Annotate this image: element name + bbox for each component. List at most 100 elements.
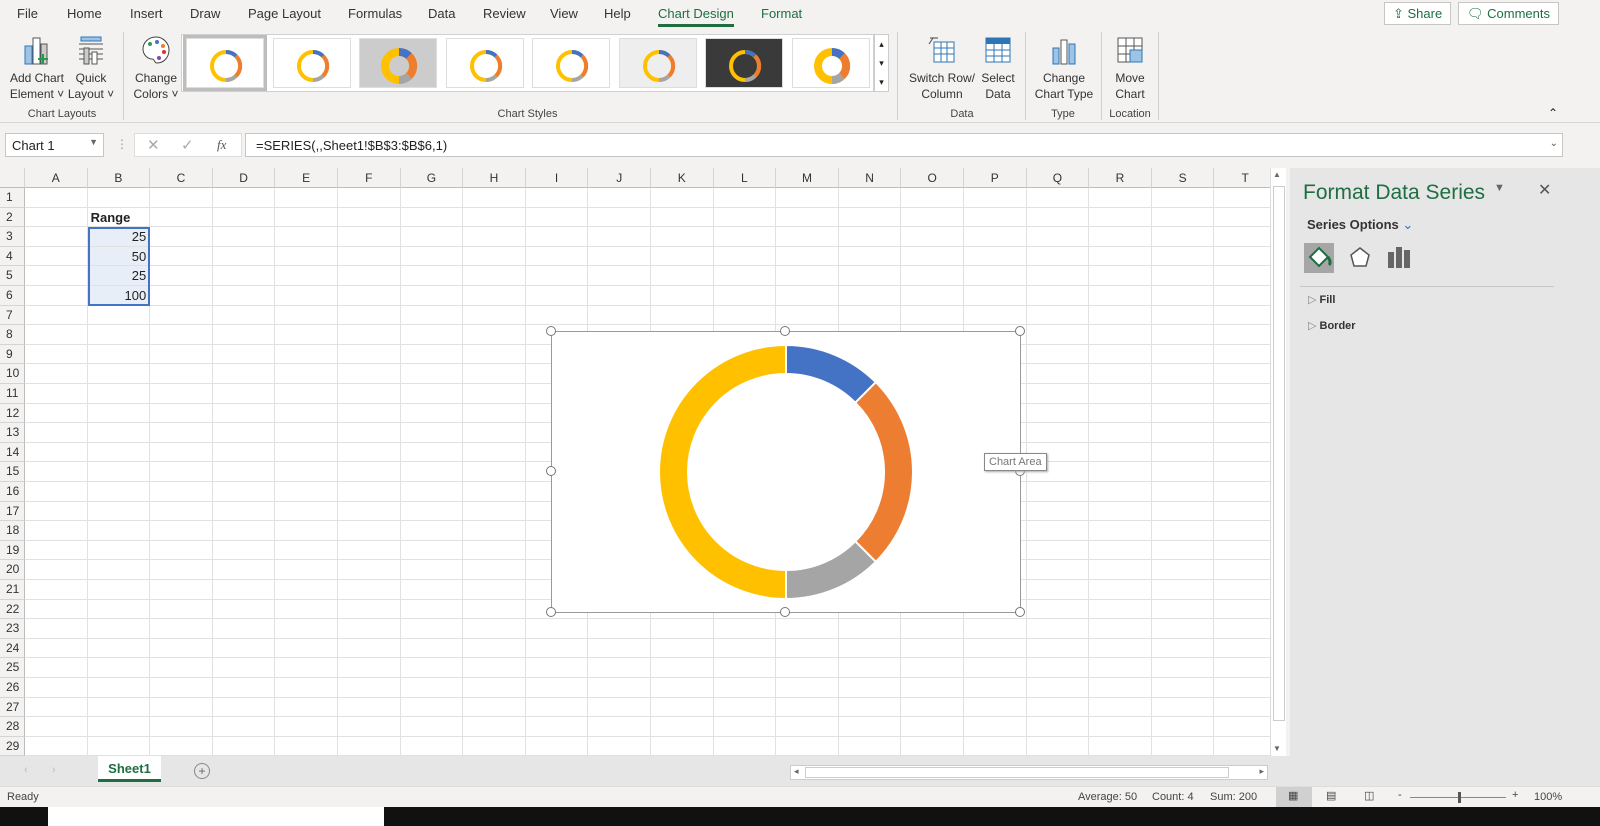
cell-T29[interactable] bbox=[1214, 737, 1270, 756]
cell-C22[interactable] bbox=[150, 599, 213, 620]
cell-C23[interactable] bbox=[150, 619, 213, 639]
cell-T3[interactable] bbox=[1214, 227, 1270, 247]
cell-D12[interactable] bbox=[212, 403, 276, 424]
cell-H22[interactable] bbox=[463, 599, 526, 620]
cell-G21[interactable] bbox=[400, 580, 464, 600]
cell-M24[interactable] bbox=[776, 638, 839, 659]
cell-J1[interactable] bbox=[588, 188, 651, 208]
row-header[interactable]: 16 bbox=[0, 482, 25, 502]
row-header[interactable]: 10 bbox=[0, 364, 25, 384]
column-header[interactable]: H bbox=[463, 168, 526, 188]
cell-H13[interactable] bbox=[463, 423, 526, 443]
donut-slice-2[interactable] bbox=[853, 380, 915, 564]
cell-R12[interactable] bbox=[1089, 403, 1152, 424]
cell-Q23[interactable] bbox=[1026, 619, 1090, 639]
cell-S16[interactable] bbox=[1151, 482, 1215, 502]
series-options-icon[interactable] bbox=[1386, 244, 1412, 273]
cell-R22[interactable] bbox=[1089, 599, 1152, 620]
cell-T18[interactable] bbox=[1214, 521, 1270, 541]
cell-H15[interactable] bbox=[463, 462, 526, 482]
cell-A23[interactable] bbox=[25, 619, 88, 639]
cell-B19[interactable] bbox=[87, 540, 151, 561]
cell-E21[interactable] bbox=[275, 580, 338, 600]
cell-C13[interactable] bbox=[150, 423, 213, 443]
column-header[interactable]: J bbox=[588, 168, 651, 188]
cell-T16[interactable] bbox=[1214, 482, 1270, 502]
cell-S13[interactable] bbox=[1151, 423, 1215, 443]
cell-S5[interactable] bbox=[1151, 266, 1215, 286]
cell-I27[interactable] bbox=[525, 697, 589, 718]
insert-function-icon[interactable]: fx bbox=[217, 137, 226, 153]
cell-T9[interactable] bbox=[1214, 345, 1270, 365]
cell-S2[interactable] bbox=[1151, 207, 1215, 228]
row-header[interactable]: 1 bbox=[0, 188, 25, 208]
cell-H24[interactable] bbox=[463, 638, 526, 659]
column-header[interactable]: G bbox=[400, 168, 464, 188]
cell-T28[interactable] bbox=[1214, 717, 1270, 737]
cell-G16[interactable] bbox=[400, 482, 464, 502]
cell-D28[interactable] bbox=[212, 717, 276, 737]
cell-G3[interactable] bbox=[400, 227, 464, 247]
cell-F27[interactable] bbox=[338, 697, 401, 718]
cell-Q16[interactable] bbox=[1026, 482, 1090, 502]
cell-B10[interactable] bbox=[87, 364, 151, 384]
cell-C15[interactable] bbox=[150, 462, 213, 482]
zoom-out-button[interactable]: - bbox=[1398, 789, 1402, 801]
cell-Q3[interactable] bbox=[1026, 227, 1090, 247]
cell-F7[interactable] bbox=[338, 305, 401, 326]
cell-R9[interactable] bbox=[1089, 344, 1152, 365]
resize-handle[interactable] bbox=[780, 607, 790, 617]
cell-E5[interactable] bbox=[275, 266, 338, 286]
cell-K2[interactable] bbox=[651, 207, 714, 228]
cell-E24[interactable] bbox=[275, 638, 338, 659]
cell-T4[interactable] bbox=[1214, 247, 1270, 267]
cell-L24[interactable] bbox=[713, 638, 777, 659]
cell-Q17[interactable] bbox=[1026, 501, 1090, 522]
cell-P1[interactable] bbox=[964, 188, 1027, 208]
cell-A9[interactable] bbox=[25, 344, 88, 365]
cell-D4[interactable] bbox=[212, 246, 276, 267]
row-header[interactable]: 13 bbox=[0, 423, 25, 443]
cell-F1[interactable] bbox=[338, 188, 401, 208]
cell-K26[interactable] bbox=[651, 678, 714, 698]
cell-T23[interactable] bbox=[1214, 619, 1270, 639]
cell-E13[interactable] bbox=[275, 423, 338, 443]
section-border[interactable]: ▷ Border bbox=[1308, 319, 1356, 332]
cell-P26[interactable] bbox=[964, 678, 1027, 698]
cell-R17[interactable] bbox=[1089, 501, 1152, 522]
cell-T27[interactable] bbox=[1214, 698, 1270, 718]
cell-S3[interactable] bbox=[1151, 227, 1215, 247]
scroll-thumb[interactable] bbox=[1273, 186, 1285, 721]
cell-N29[interactable] bbox=[838, 736, 902, 756]
cell-N4[interactable] bbox=[838, 246, 902, 267]
cell-C17[interactable] bbox=[150, 501, 213, 522]
cell-Q18[interactable] bbox=[1026, 521, 1090, 541]
cell-I2[interactable] bbox=[525, 207, 589, 228]
cell-F18[interactable] bbox=[338, 521, 401, 541]
cell-T14[interactable] bbox=[1214, 443, 1270, 463]
chart-style-thumb[interactable] bbox=[705, 38, 783, 88]
cell-S25[interactable] bbox=[1151, 658, 1215, 678]
cell-D24[interactable] bbox=[212, 638, 276, 659]
row-header[interactable]: 3 bbox=[0, 227, 25, 247]
cell-G12[interactable] bbox=[400, 403, 464, 424]
column-header[interactable]: N bbox=[838, 168, 902, 188]
cell-A27[interactable] bbox=[25, 697, 88, 718]
cell-H12[interactable] bbox=[463, 403, 526, 424]
next-sheet-icon[interactable]: › bbox=[52, 764, 56, 776]
cell-S15[interactable] bbox=[1151, 462, 1215, 482]
collapse-ribbon-icon[interactable]: ⌃ bbox=[1548, 106, 1558, 120]
cell-L28[interactable] bbox=[713, 717, 777, 737]
tab-format[interactable]: Format bbox=[761, 6, 802, 21]
cell-F13[interactable] bbox=[338, 423, 401, 443]
cell-E9[interactable] bbox=[275, 344, 338, 365]
cell-O23[interactable] bbox=[901, 619, 964, 639]
chart-style-thumb[interactable] bbox=[359, 38, 437, 88]
cell-I24[interactable] bbox=[525, 638, 589, 659]
cell-N1[interactable] bbox=[838, 188, 902, 208]
cell-G23[interactable] bbox=[400, 619, 464, 639]
select-all[interactable] bbox=[0, 168, 25, 188]
cell-Q11[interactable] bbox=[1026, 384, 1090, 404]
row-header[interactable]: 2 bbox=[0, 207, 25, 228]
cell-C9[interactable] bbox=[150, 344, 213, 365]
